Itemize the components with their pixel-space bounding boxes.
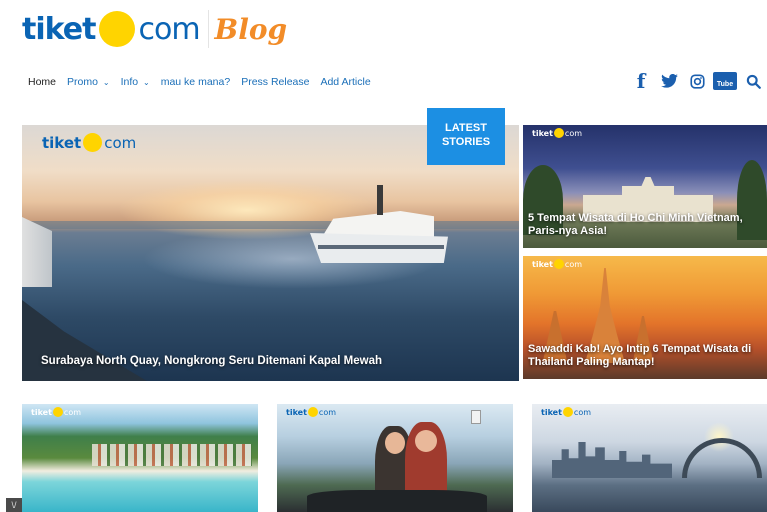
hero-watermark-logo: tiket com — [42, 133, 136, 152]
nav-item-label: Info — [120, 76, 139, 88]
card-image-car — [307, 490, 487, 512]
youtube-icon-top: You — [718, 73, 732, 80]
watermark-com-text: com — [63, 407, 82, 417]
watermark-tiket-text: tiket — [532, 128, 553, 138]
nav-item-promo[interactable]: Promo ⌄ — [67, 76, 110, 88]
nav-item-home[interactable]: Home — [28, 76, 56, 88]
twitter-icon[interactable] — [655, 68, 683, 94]
nav-item-label: Press Release — [241, 76, 310, 88]
card-watermark-logo: tiket com — [286, 407, 336, 417]
nav-item-mau-ke-mana[interactable]: mau ke mana? — [161, 76, 230, 88]
watermark-dot-icon — [553, 259, 564, 269]
latest-badge-line1: LATEST — [445, 122, 487, 134]
card-watermark-logo: tiket com — [541, 407, 591, 417]
nav-item-info[interactable]: Info ⌄ — [121, 76, 150, 88]
card-watermark-logo: tiket com — [532, 259, 582, 269]
watermark-tiket-text: tiket — [42, 133, 82, 152]
search-icon[interactable] — [739, 68, 767, 94]
logo-com-text: com — [138, 11, 200, 47]
watermark-com-text: com — [104, 133, 137, 152]
watermark-dot-icon — [307, 407, 318, 417]
card-image-skyline — [552, 442, 672, 478]
article-card[interactable]: tiket com — [277, 404, 513, 512]
watermark-tiket-text: tiket — [31, 407, 52, 417]
watermark-dot-icon — [52, 407, 63, 417]
facebook-icon[interactable]: f — [627, 68, 655, 94]
side-article-card[interactable]: tiket com 5 Tempat Wisata di Ho Chi Minh… — [523, 125, 767, 248]
card-watermark-logo: tiket com — [31, 407, 81, 417]
chevron-down-icon: ⌄ — [102, 78, 110, 87]
hero-article-title[interactable]: Surabaya North Quay, Nongkrong Seru Dite… — [41, 355, 382, 367]
watermark-dot-icon — [553, 128, 564, 138]
card-image-face — [415, 430, 437, 452]
article-card[interactable]: tiket com — [532, 404, 767, 512]
logo-divider — [207, 10, 209, 48]
side-article-card[interactable]: tiket com Sawaddi Kab! Ayo Intip 6 Tempa… — [523, 256, 767, 379]
logo-blog-text: Blog — [214, 12, 288, 46]
card-image-town — [92, 444, 252, 466]
card-watermark-logo: tiket com — [532, 128, 582, 138]
logo-dot-icon — [99, 11, 136, 47]
card-image-face — [385, 432, 405, 454]
watermark-com-text: com — [564, 128, 583, 138]
youtube-icon[interactable]: You Tube — [711, 68, 739, 94]
youtube-icon-bottom: Tube — [714, 80, 736, 89]
watermark-tiket-text: tiket — [532, 259, 553, 269]
card-image-phone — [471, 410, 481, 424]
nav-item-press-release[interactable]: Press Release — [241, 76, 309, 88]
side-article-title[interactable]: Sawaddi Kab! Ayo Intip 6 Tempat Wisata d… — [528, 343, 760, 369]
card-image-bridge — [682, 438, 762, 478]
article-card[interactable]: tiket com — [22, 404, 258, 512]
nav-item-add-article[interactable]: Add Article — [320, 76, 370, 88]
nav-item-label: Home — [28, 76, 57, 88]
chevron-down-icon: ⌄ — [143, 78, 150, 87]
watermark-com-text: com — [564, 259, 583, 269]
side-article-title[interactable]: 5 Tempat Wisata di Ho Chi Minh Vietnam, … — [528, 212, 760, 238]
hero-image-pier — [22, 300, 162, 381]
corner-mark: \/ — [6, 498, 22, 512]
social-links: f You Tube — [627, 68, 767, 94]
nav-item-label: mau ke mana? — [160, 76, 231, 88]
watermark-tiket-text: tiket — [286, 407, 307, 417]
watermark-dot-icon — [83, 133, 103, 152]
nav-item-label: Add Article — [320, 76, 371, 88]
latest-badge-line2: STORIES — [441, 136, 491, 148]
site-logo[interactable]: tiket com Blog — [22, 8, 287, 50]
nav-item-label: Promo — [67, 76, 98, 88]
main-nav: Home Promo ⌄ Info ⌄ mau ke mana? Press R… — [28, 76, 382, 88]
instagram-icon[interactable] — [683, 68, 711, 94]
hero-image-ship-band — [318, 245, 444, 249]
hero-image-ship-mast — [377, 185, 383, 215]
logo-tiket-text: tiket — [22, 11, 96, 47]
latest-stories-badge[interactable]: LATEST STORIES — [427, 108, 505, 165]
watermark-tiket-text: tiket — [541, 407, 562, 417]
watermark-com-text: com — [573, 407, 592, 417]
watermark-dot-icon — [562, 407, 573, 417]
hero-image-horizon — [22, 221, 519, 229]
watermark-com-text: com — [318, 407, 337, 417]
